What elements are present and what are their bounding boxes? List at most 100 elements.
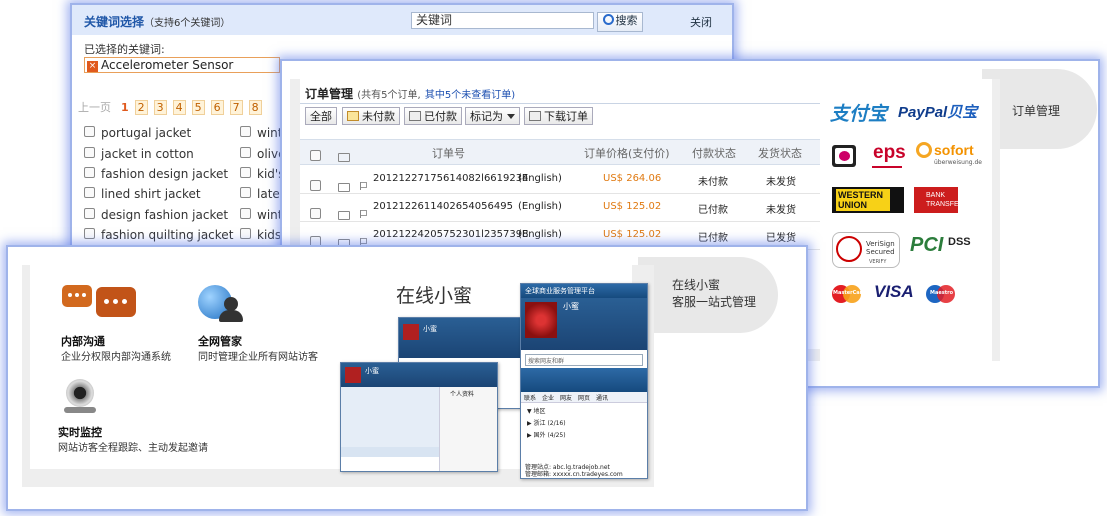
chat-feature-area: 内部沟通 企业分权限内部沟通系统 全网管家 同时管理企业所有网站访客 实时监控 … bbox=[30, 265, 648, 479]
order-price: US$ 125.02 bbox=[603, 201, 662, 212]
checkbox[interactable] bbox=[240, 208, 251, 219]
checkbox[interactable] bbox=[240, 167, 251, 178]
main-nav-strip bbox=[521, 368, 647, 392]
sofort-sub: überweisung.de bbox=[934, 159, 982, 166]
close-button[interactable]: 关闭 bbox=[690, 14, 712, 30]
check-icon bbox=[836, 236, 862, 262]
online-chat-panel: 在线小蜜 客服一站式管理 内部沟通 企业分权限内部沟通系统 全网管家 同时管理企业… bbox=[6, 245, 808, 511]
column-ship-status: 发货状态 bbox=[758, 147, 802, 160]
keyword-option[interactable]: kid's bbox=[240, 167, 284, 181]
checkbox[interactable] bbox=[240, 126, 251, 137]
order-price: US$ 264.06 bbox=[603, 173, 662, 184]
filter-all-button[interactable]: 全部 bbox=[305, 107, 337, 125]
verisign-line-3: VERIFY bbox=[869, 259, 887, 265]
keyword-label: design fashion jacket bbox=[101, 208, 229, 222]
mastercard-text: MasterCard bbox=[833, 290, 866, 296]
remove-icon[interactable]: × bbox=[87, 61, 98, 72]
group-item[interactable]: ▶ 国外 (4/25) bbox=[527, 430, 566, 439]
filter-paid-button[interactable]: 已付款 bbox=[404, 107, 462, 125]
page-link[interactable]: 2 bbox=[134, 100, 148, 115]
search-icon bbox=[602, 14, 614, 25]
checkbox[interactable] bbox=[84, 187, 95, 198]
maestro-text: Maestro bbox=[930, 290, 954, 296]
paypal-cn-text: 贝宝 bbox=[947, 104, 978, 121]
window-user-name: 小蜜 bbox=[365, 367, 379, 375]
open-envelope-icon bbox=[409, 111, 421, 121]
checkbox[interactable] bbox=[240, 187, 251, 198]
checkbox[interactable] bbox=[84, 126, 95, 137]
verisign-line-2: Secured bbox=[866, 248, 895, 256]
webcam-icon bbox=[66, 379, 94, 407]
keyword-option[interactable]: olive bbox=[240, 147, 286, 161]
checkbox[interactable] bbox=[240, 147, 251, 158]
keyword-option[interactable]: jacket in cotton bbox=[84, 147, 194, 161]
page-link[interactable]: 3 bbox=[153, 100, 167, 115]
page-link[interactable]: 1 bbox=[121, 101, 129, 114]
download-orders-button[interactable]: 下载订单 bbox=[524, 107, 593, 125]
page-link[interactable]: 4 bbox=[172, 100, 186, 115]
page-link[interactable]: 7 bbox=[229, 100, 243, 115]
sofort-logo: sofort bbox=[934, 142, 974, 158]
western-union-logo: WESTERN UNION bbox=[832, 187, 904, 213]
main-footer-line-2: 管理邮箱: xxxxx.cn.tradeyes.com bbox=[525, 471, 623, 478]
unviewed-orders-link[interactable]: 其中5个未查看订单) bbox=[425, 90, 515, 101]
filter-unpaid-button[interactable]: 未付款 bbox=[342, 107, 400, 125]
checkbox[interactable] bbox=[310, 150, 321, 161]
bank-line-2: TRANSFER bbox=[926, 201, 964, 208]
order-id[interactable]: 2012122611402654056495 bbox=[373, 201, 513, 212]
checkbox[interactable] bbox=[84, 208, 95, 219]
keyword-panel-subtitle: （支持6个关键词） bbox=[144, 18, 231, 29]
main-tab[interactable]: 企业 bbox=[542, 393, 554, 402]
filter-unpaid-label: 未付款 bbox=[362, 110, 395, 123]
checkbox[interactable] bbox=[240, 228, 251, 239]
keyword-option[interactable]: kids bbox=[240, 228, 281, 242]
feature-title: 全网管家 bbox=[198, 335, 242, 348]
main-search-placeholder: 搜索网友和群 bbox=[528, 358, 565, 365]
keyword-label: lined shirt jacket bbox=[101, 187, 201, 201]
keyword-option[interactable]: fashion quilting jacket bbox=[84, 228, 233, 242]
ideal-logo bbox=[832, 145, 856, 167]
checkbox[interactable] bbox=[84, 228, 95, 239]
page-link[interactable]: 6 bbox=[210, 100, 224, 115]
selected-keywords-label: 已选择的关键词: bbox=[84, 43, 165, 56]
main-tab[interactable]: 网友 bbox=[560, 393, 572, 402]
main-tab[interactable]: 联系 bbox=[524, 393, 536, 402]
checkbox[interactable] bbox=[84, 167, 95, 178]
wu-line-1: WESTERN bbox=[838, 190, 883, 200]
keyword-search-input[interactable]: 关键词 bbox=[411, 12, 594, 29]
keyword-label: jacket in cotton bbox=[101, 147, 194, 161]
order-lang: (English) bbox=[518, 201, 562, 212]
pci-logo: PCI bbox=[910, 234, 944, 256]
table-row[interactable]: 20121227175614082l6619234 (English) US$ … bbox=[300, 165, 820, 194]
page-link[interactable]: 8 bbox=[248, 100, 262, 115]
group-item[interactable]: ▶ 浙江 (2/16) bbox=[527, 418, 566, 427]
selected-keyword-chip: × Accelerometer Sensor bbox=[84, 57, 280, 73]
order-price: US$ 125.02 bbox=[603, 229, 662, 240]
keyword-option[interactable]: design fashion jacket bbox=[84, 208, 228, 222]
search-button[interactable]: 搜索 bbox=[597, 12, 643, 32]
keyword-option[interactable]: portugal jacket bbox=[84, 126, 191, 140]
table-row[interactable]: 2012122611402654056495 (English) US$ 125… bbox=[300, 193, 820, 222]
keyword-panel-title: 关键词选择（支持6个关键词） bbox=[84, 13, 230, 30]
eps-logo: eps bbox=[873, 142, 906, 163]
mark-as-dropdown[interactable]: 标记为 bbox=[465, 107, 520, 125]
sofort-icon bbox=[916, 142, 932, 158]
input-toolbar bbox=[341, 447, 439, 457]
checkbox[interactable] bbox=[84, 147, 95, 158]
webcam-base bbox=[64, 407, 96, 413]
main-search-input[interactable]: 搜索网友和群 bbox=[525, 354, 643, 366]
main-tab[interactable]: 网页 bbox=[578, 393, 590, 402]
keyword-option[interactable]: lined shirt jacket bbox=[84, 187, 201, 201]
page-link[interactable]: 5 bbox=[191, 100, 205, 115]
prev-page-link[interactable]: 上一页 bbox=[78, 99, 111, 115]
order-id[interactable]: 20121227175614082l6619234 bbox=[373, 173, 528, 184]
selected-keyword-text: Accelerometer Sensor bbox=[101, 58, 234, 72]
main-tab[interactable]: 通讯 bbox=[596, 393, 608, 402]
chat-window-left: 小蜜 个人资料 bbox=[340, 362, 498, 472]
alipay-logo: 支付宝 bbox=[830, 103, 888, 125]
chat-bubble-2 bbox=[96, 287, 136, 317]
order-id[interactable]: 20121224205752301l2357398 bbox=[373, 229, 528, 240]
keyword-label: kids bbox=[257, 228, 282, 242]
feature-title: 内部沟通 bbox=[61, 335, 105, 348]
keyword-option[interactable]: fashion design jacket bbox=[84, 167, 228, 181]
